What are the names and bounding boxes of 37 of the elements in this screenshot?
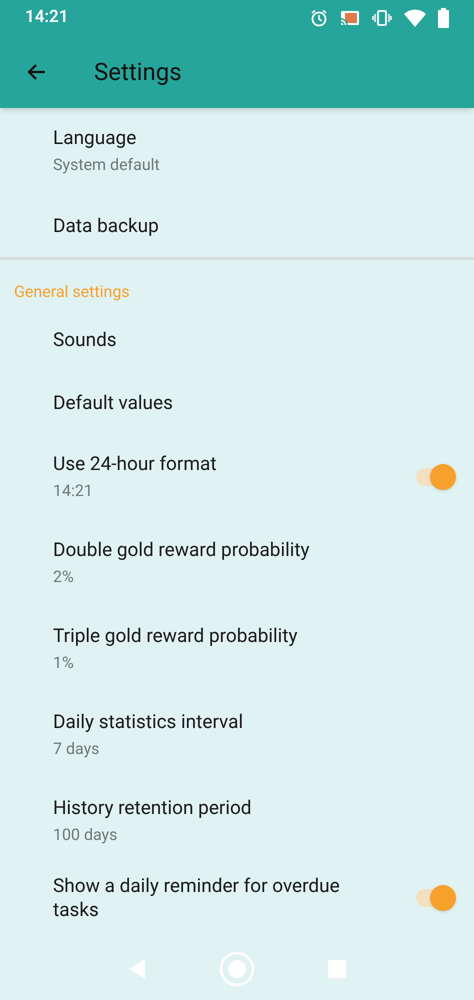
settings-item[interactable]: Show a daily reminder for overdue tasks	[0, 864, 474, 932]
settings-item[interactable]: Use 24-hour format 14:21	[0, 434, 474, 520]
item-title: Data backup	[53, 214, 160, 238]
item-summary: 2%	[53, 566, 75, 588]
settings-item[interactable]: Double gold reward probability 2%	[0, 520, 474, 606]
item-title: Default values	[53, 390, 174, 414]
item-summary: 1%	[53, 652, 75, 674]
item-title: Use 24-hour format	[53, 452, 218, 476]
settings-item[interactable]: Data backup	[0, 194, 474, 257]
item-summary: 14:21	[53, 480, 94, 502]
item-title: Sounds	[53, 328, 118, 352]
item-title: Triple gold reward probability	[53, 624, 298, 648]
vibrate-icon	[372, 9, 392, 27]
item-title: Double gold reward probability	[53, 538, 311, 562]
alarm-icon	[310, 9, 328, 27]
back-nav-icon[interactable]	[127, 958, 147, 980]
item-title: Daily statistics interval	[53, 710, 244, 734]
settings-item[interactable]: Language System default	[0, 108, 474, 194]
settings-item[interactable]: Daily statistics interval 7 days	[0, 692, 474, 778]
settings-item[interactable]: Sounds	[0, 308, 474, 371]
status-time: 14:21	[25, 6, 68, 30]
item-title: History retention period	[53, 796, 253, 820]
wifi-icon	[404, 9, 426, 27]
settings-item[interactable]: Triple gold reward probability 1%	[0, 606, 474, 692]
item-summary: System default	[53, 154, 161, 176]
overview-nav-icon[interactable]	[327, 959, 347, 979]
cast-icon	[340, 9, 360, 27]
item-title: Show a daily reminder for overdue tasks	[53, 874, 341, 922]
item-summary: 100 days	[53, 824, 118, 846]
item-summary: 7 days	[53, 738, 100, 760]
settings-item[interactable]: Default values	[0, 371, 474, 434]
settings-item[interactable]: History retention period 100 days	[0, 778, 474, 864]
item-title: Language	[53, 126, 138, 150]
screen-title: Settings	[94, 57, 182, 88]
battery-icon	[438, 8, 449, 28]
section-header: General settings	[13, 281, 131, 303]
home-nav-icon[interactable]	[219, 951, 255, 987]
